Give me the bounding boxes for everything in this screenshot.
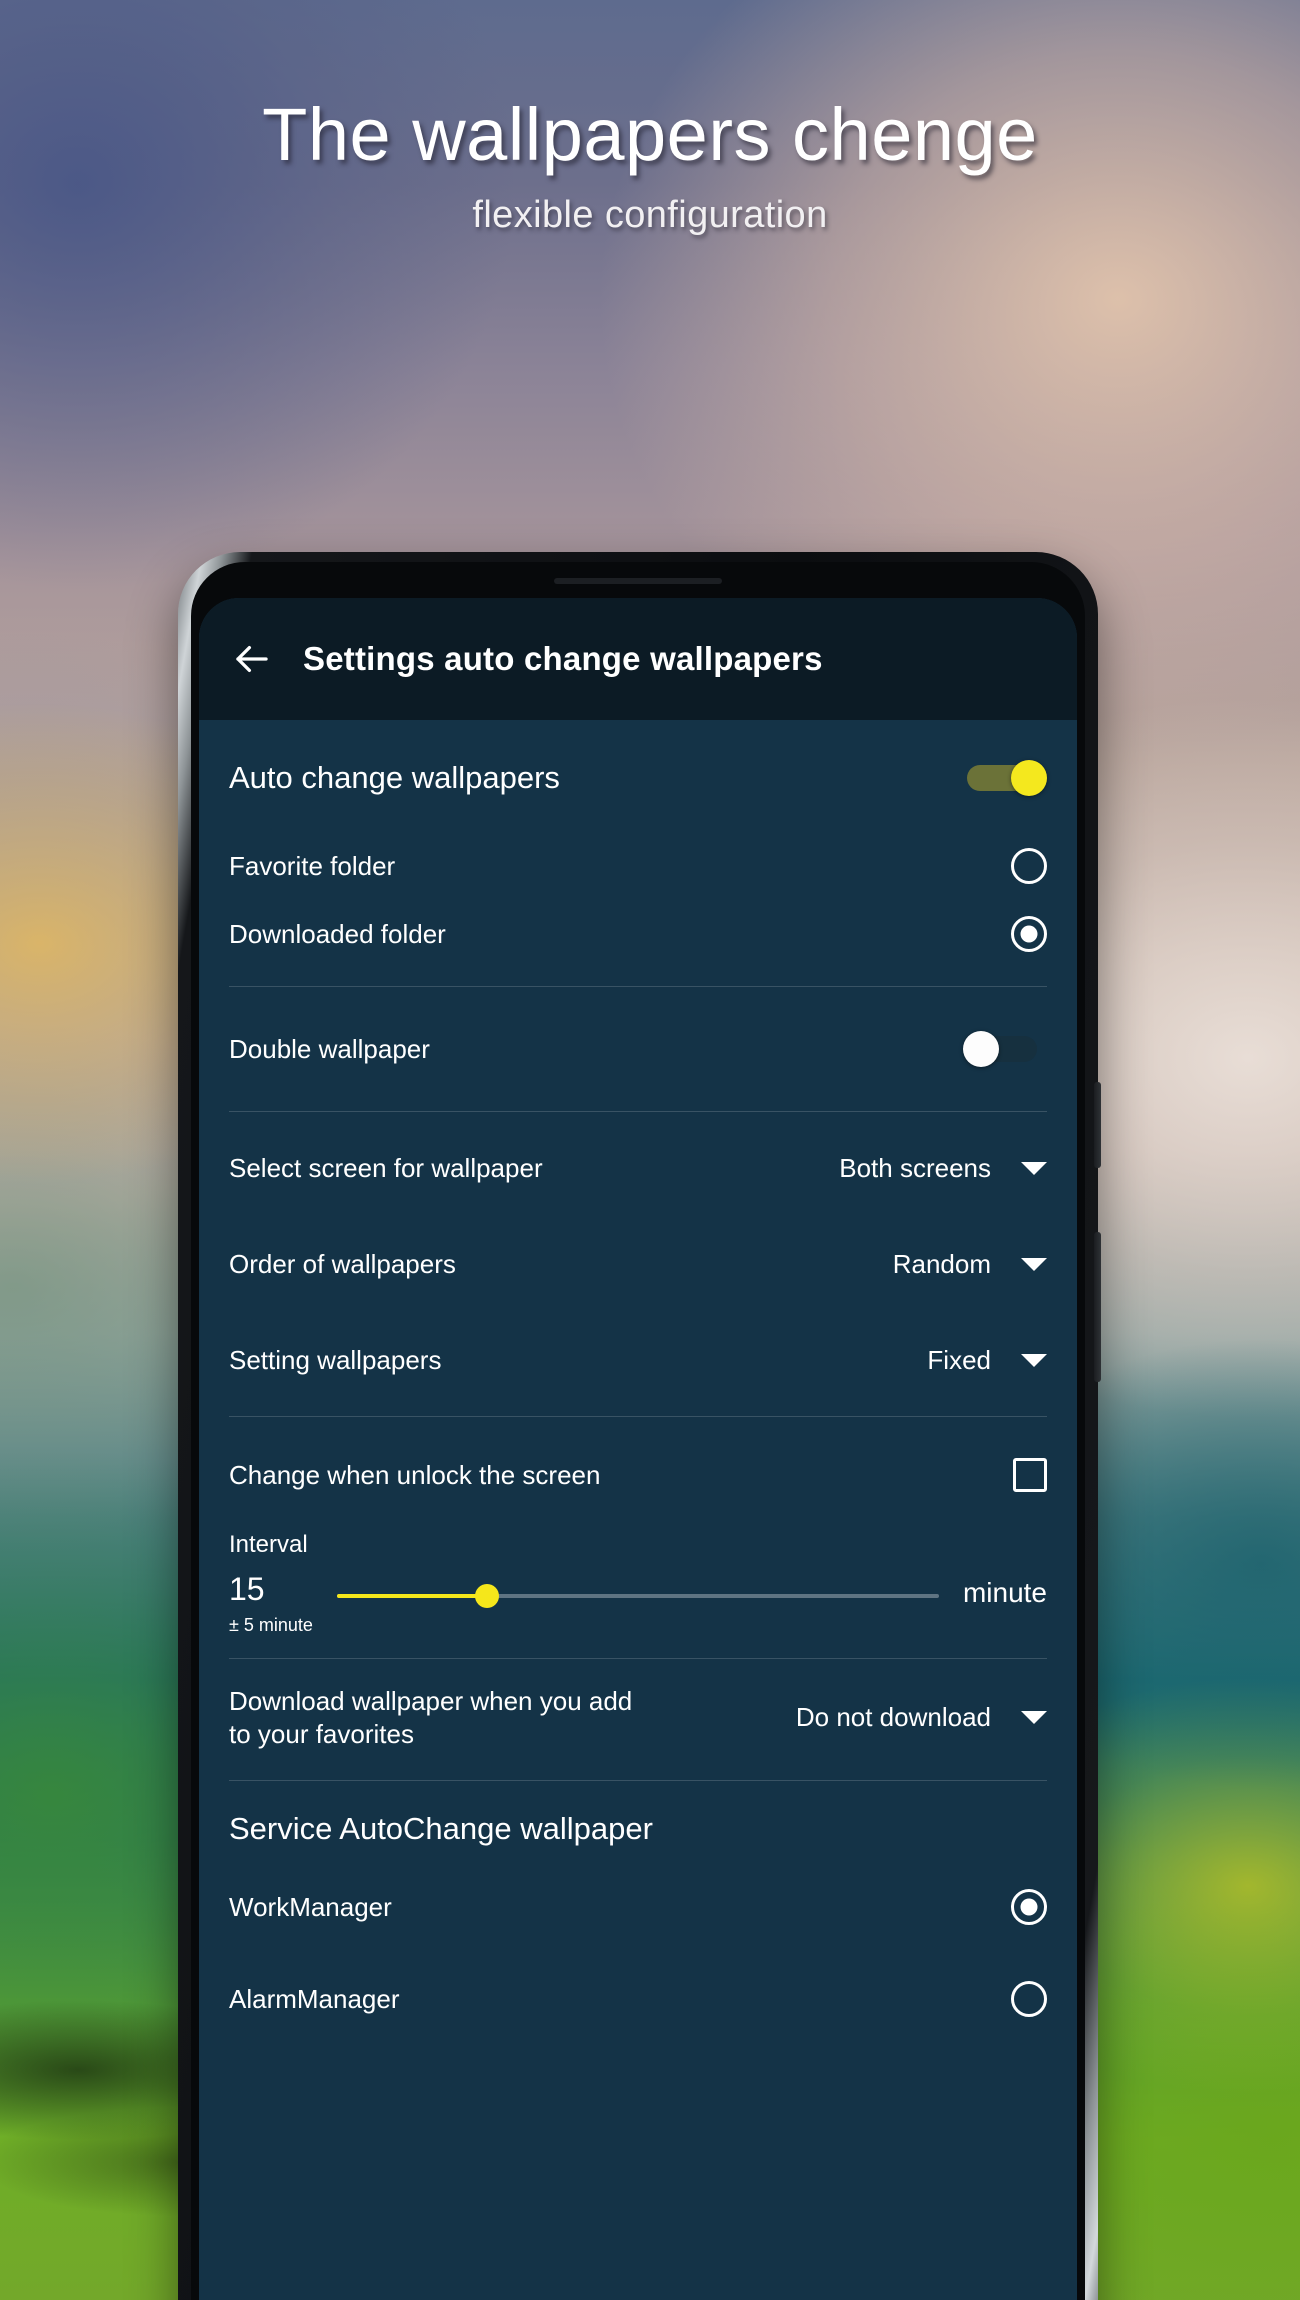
interval-value: 15 xyxy=(229,1571,265,1607)
service-section-title: Service AutoChange wallpaper xyxy=(229,1811,653,1846)
interval-block: Interval 15 ± 5 minute minute xyxy=(199,1513,1077,1658)
chevron-down-icon[interactable] xyxy=(1021,1257,1047,1271)
setting-wallpapers-dropdown[interactable]: Fixed xyxy=(927,1345,1047,1376)
row-alarmmanager[interactable]: AlarmManager xyxy=(199,1953,1077,2045)
double-wallpaper-label: Double wallpaper xyxy=(229,1033,430,1064)
interval-slider-row: 15 ± 5 minute minute xyxy=(229,1559,1047,1658)
order-of-wallpapers-value: Random xyxy=(892,1248,991,1279)
page-title: Settings auto change wallpapers xyxy=(303,640,823,677)
row-setting-wallpapers[interactable]: Setting wallpapers Fixed xyxy=(199,1312,1077,1416)
row-order-of-wallpapers[interactable]: Order of wallpapers Random xyxy=(199,1216,1077,1312)
service-section-header: Service AutoChange wallpaper xyxy=(199,1781,1077,1861)
phone-mockup: Settings auto change wallpapers Auto cha… xyxy=(178,552,1101,2300)
interval-readout: 15 ± 5 minute xyxy=(229,1573,337,1636)
downloaded-folder-label: Downloaded folder xyxy=(229,918,446,949)
promo-subtitle: flexible configuration xyxy=(472,193,828,236)
slider-fill xyxy=(337,1594,488,1598)
change-when-unlock-label: Change when unlock the screen xyxy=(229,1459,601,1490)
slider-thumb[interactable] xyxy=(475,1584,500,1608)
row-change-when-unlock[interactable]: Change when unlock the screen xyxy=(199,1417,1077,1513)
row-double-wallpaper[interactable]: Double wallpaper xyxy=(199,987,1077,1111)
favorite-folder-radio[interactable] xyxy=(1011,848,1047,884)
select-screen-value: Both screens xyxy=(839,1152,991,1183)
order-of-wallpapers-dropdown[interactable]: Random xyxy=(893,1249,1047,1280)
auto-change-label: Auto change wallpapers xyxy=(229,759,560,795)
row-favorite-folder[interactable]: Favorite folder xyxy=(199,828,1077,900)
phone-screen: Settings auto change wallpapers Auto cha… xyxy=(199,598,1077,2300)
chevron-down-icon[interactable] xyxy=(1021,1353,1047,1367)
interval-unit: minute xyxy=(962,1577,1047,1608)
row-downloaded-folder[interactable]: Downloaded folder xyxy=(199,900,1077,986)
phone-volume-button[interactable] xyxy=(1094,1232,1101,1382)
promo-title: The wallpapers chenge xyxy=(262,93,1038,176)
double-wallpaper-switch[interactable] xyxy=(963,1029,1047,1069)
earpiece-speaker xyxy=(554,578,722,584)
row-select-screen[interactable]: Select screen for wallpaper Both screens xyxy=(199,1112,1077,1216)
setting-wallpapers-value: Fixed xyxy=(927,1344,991,1375)
interval-tolerance: ± 5 minute xyxy=(229,1615,313,1635)
chevron-down-icon[interactable] xyxy=(1021,1711,1047,1724)
row-workmanager[interactable]: WorkManager xyxy=(199,1861,1077,1953)
promo-banner: The wallpapers chenge flexible configura… xyxy=(0,0,1300,2300)
interval-label: Interval xyxy=(229,1531,308,1558)
alarmmanager-label: AlarmManager xyxy=(229,1983,400,2014)
auto-change-switch[interactable] xyxy=(963,758,1047,798)
order-of-wallpapers-label: Order of wallpapers xyxy=(229,1248,456,1279)
download-on-favorite-value: Do not download xyxy=(795,1702,991,1732)
select-screen-label: Select screen for wallpaper xyxy=(229,1152,543,1183)
setting-wallpapers-label: Setting wallpapers xyxy=(229,1344,442,1375)
arrow-left-icon[interactable] xyxy=(229,636,275,682)
select-screen-dropdown[interactable]: Both screens xyxy=(839,1153,1047,1184)
row-download-on-favorite[interactable]: Download wallpaper when you add to your … xyxy=(199,1659,1077,1780)
interval-slider[interactable] xyxy=(337,1577,939,1617)
workmanager-radio[interactable] xyxy=(1011,1889,1047,1925)
workmanager-label: WorkManager xyxy=(229,1891,392,1922)
row-auto-change-wallpapers[interactable]: Auto change wallpapers xyxy=(199,720,1077,828)
switch-thumb xyxy=(1011,760,1047,796)
app-bar: Settings auto change wallpapers xyxy=(199,598,1077,720)
settings-list: Auto change wallpapers Favorite folder D… xyxy=(199,720,1077,2300)
chevron-down-icon[interactable] xyxy=(1021,1161,1047,1175)
favorite-folder-label: Favorite folder xyxy=(229,850,396,881)
change-when-unlock-checkbox[interactable] xyxy=(1013,1458,1047,1492)
switch-thumb xyxy=(963,1031,999,1067)
download-on-favorite-label: Download wallpaper when you add to your … xyxy=(229,1686,633,1749)
download-on-favorite-dropdown[interactable]: Do not download xyxy=(796,1702,1047,1733)
alarmmanager-radio[interactable] xyxy=(1011,1981,1047,2017)
downloaded-folder-radio[interactable] xyxy=(1011,916,1047,952)
promo-text-block: The wallpapers chenge flexible configura… xyxy=(0,96,1300,237)
phone-power-button[interactable] xyxy=(1094,1082,1101,1168)
